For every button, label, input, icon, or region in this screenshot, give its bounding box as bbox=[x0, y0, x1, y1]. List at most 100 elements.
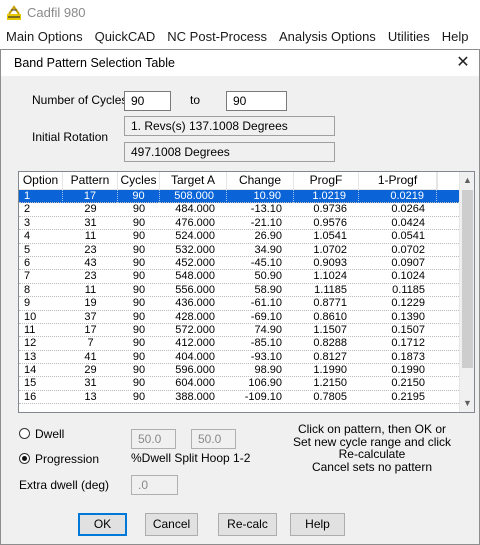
table-row[interactable]: 2 29 90 484.000 -13.10 0.9736 0.0264 bbox=[19, 203, 459, 217]
table-cell: 0.1185 bbox=[392, 283, 425, 296]
table-cell: 484.000 bbox=[175, 203, 215, 216]
scroll-thumb[interactable] bbox=[462, 190, 473, 368]
table-cell: 596.000 bbox=[175, 364, 215, 377]
cycles-from-input[interactable]: 90 bbox=[124, 91, 171, 111]
table-row[interactable]: 10 37 90 428.000 -69.10 0.8610 0.1390 bbox=[19, 311, 459, 324]
table-cell: 106.90 bbox=[248, 377, 282, 390]
dwell-radio[interactable] bbox=[19, 428, 30, 439]
help-button[interactable]: Help bbox=[290, 513, 345, 536]
close-icon[interactable]: ✕ bbox=[453, 53, 473, 73]
table-cell: 6 bbox=[24, 256, 31, 269]
table-cell: 604.000 bbox=[175, 377, 215, 390]
table-cell: 2 bbox=[24, 203, 31, 216]
table-cell: 412.000 bbox=[175, 337, 215, 350]
column-header-target-a[interactable]: Target A bbox=[160, 172, 227, 190]
table-row[interactable]: 6 43 90 452.000 -45.10 0.9093 0.0907 bbox=[19, 256, 459, 271]
column-header-cycles[interactable]: Cycles bbox=[118, 172, 160, 190]
column-header-progf[interactable]: ProgF bbox=[294, 172, 359, 190]
progression-option[interactable]: Progression bbox=[19, 452, 139, 466]
pattern-table[interactable]: Option Pattern Cycles Target A Change ProgF 1-… bbox=[18, 171, 475, 413]
table-cell: 50.90 bbox=[254, 270, 282, 283]
menu-utilities[interactable]: Utilities bbox=[382, 27, 436, 47]
table-cell: -45.10 bbox=[250, 256, 282, 269]
ok-button[interactable]: OK bbox=[78, 513, 127, 536]
table-row[interactable]: 5 23 90 532.000 34.90 1.0702 0.0702 bbox=[19, 244, 459, 257]
table-cell: 5 bbox=[24, 243, 31, 256]
table-row[interactable]: 14 29 90 596.000 98.90 1.1990 0.1990 bbox=[19, 364, 459, 378]
table-row[interactable]: 16 13 90 388.000 -109.10 0.7805 0.2195 bbox=[19, 390, 459, 405]
table-cell: 452.000 bbox=[175, 256, 215, 269]
menu-quickcad[interactable]: QuickCAD bbox=[89, 27, 162, 47]
table-row[interactable]: 8 11 90 556.000 58.90 1.1185 0.1185 bbox=[19, 283, 459, 298]
recalc-button[interactable]: Re-calc bbox=[218, 513, 277, 536]
instruction-line: Click on pattern, then OK or bbox=[297, 422, 447, 436]
table-cell: 7 bbox=[87, 337, 94, 350]
menu-bar: Main Options QuickCAD NC Post-Process Analy… bbox=[0, 27, 480, 47]
cycles-to-input[interactable]: 90 bbox=[226, 91, 287, 111]
table-cell: 1.0541 bbox=[313, 230, 347, 243]
column-header-option[interactable]: Option bbox=[19, 172, 63, 190]
table-cell: 0.1873 bbox=[391, 350, 425, 363]
table-cell: 11 bbox=[84, 230, 97, 243]
table-row[interactable]: 15 31 90 604.000 106.90 1.2150 0.2150 bbox=[19, 377, 459, 391]
table-row[interactable]: 3 31 90 476.000 -21.10 0.9576 0.0424 bbox=[19, 216, 459, 231]
table-cell: 0.2195 bbox=[391, 390, 425, 403]
table-cell: 10 bbox=[24, 310, 37, 323]
menu-help[interactable]: Help bbox=[436, 27, 475, 47]
table-row[interactable]: 13 41 90 404.000 -93.10 0.8127 0.1873 bbox=[19, 350, 459, 365]
table-cell: 98.90 bbox=[254, 364, 282, 377]
table-cell: 43 bbox=[84, 256, 97, 269]
extra-dwell-label: Extra dwell (deg) bbox=[19, 478, 110, 492]
dwell-split-label: %Dwell Split Hoop 1-2 bbox=[131, 451, 251, 465]
table-cell: 0.9576 bbox=[313, 216, 347, 229]
table-cell: 4 bbox=[24, 230, 31, 243]
table-scrollbar[interactable]: ▲ ▼ bbox=[459, 172, 474, 412]
table-cell: -13.10 bbox=[250, 203, 282, 216]
table-cell: 11 bbox=[84, 283, 97, 296]
menu-analysis-options[interactable]: Analysis Options bbox=[273, 27, 382, 47]
table-cell: 31 bbox=[84, 216, 97, 229]
table-cell: 90 bbox=[132, 216, 146, 229]
extra-dwell-input[interactable]: .0 bbox=[131, 475, 178, 495]
table-row[interactable]: 7 23 90 548.000 50.90 1.1024 0.1024 bbox=[19, 270, 459, 284]
dwell-option[interactable]: Dwell bbox=[19, 427, 139, 441]
table-row[interactable]: 4 11 90 524.000 26.90 1.0541 0.0541 bbox=[19, 230, 459, 244]
table-cell: -21.10 bbox=[250, 216, 282, 229]
table-cell: 0.0219 bbox=[359, 190, 437, 204]
cycles-label: Number of Cycles bbox=[32, 93, 128, 107]
table-row[interactable]: 9 19 90 436.000 -61.10 0.8771 0.1229 bbox=[19, 297, 459, 311]
table-cell: 0.8127 bbox=[313, 350, 347, 363]
table-cell: 74.90 bbox=[254, 323, 282, 336]
table-cell: 1.0219 bbox=[294, 190, 359, 204]
table-cell: -61.10 bbox=[250, 297, 282, 310]
scroll-down-icon[interactable]: ▼ bbox=[460, 395, 474, 412]
table-cell: 0.1712 bbox=[391, 337, 425, 350]
dwell-split-hoop1-input[interactable]: 50.0 bbox=[131, 429, 176, 449]
table-cell: 90 bbox=[132, 310, 146, 323]
progression-radio[interactable] bbox=[19, 453, 30, 464]
column-header-1-progf[interactable]: 1-Progf bbox=[359, 172, 437, 190]
table-cell: -109.10 bbox=[244, 390, 282, 403]
dwell-split-hoop2-input[interactable]: 50.0 bbox=[191, 429, 236, 449]
table-cell: 1.0702 bbox=[313, 243, 347, 256]
column-header-pattern[interactable]: Pattern bbox=[63, 172, 118, 190]
table-cell: 0.8288 bbox=[313, 337, 347, 350]
menu-main-options[interactable]: Main Options bbox=[0, 27, 89, 47]
table-cell: 90 bbox=[132, 270, 146, 283]
menu-nc-post-process[interactable]: NC Post-Process bbox=[161, 27, 273, 47]
table-cell: 90 bbox=[132, 390, 146, 403]
table-cell: 37 bbox=[84, 310, 97, 323]
table-cell: 19 bbox=[84, 297, 97, 310]
cancel-button[interactable]: Cancel bbox=[145, 513, 198, 536]
scroll-up-icon[interactable]: ▲ bbox=[460, 172, 474, 189]
table-cell: 0.0424 bbox=[391, 216, 425, 229]
rotation-degrees-field: 497.1008 Degrees bbox=[124, 142, 335, 162]
column-header-change[interactable]: Change bbox=[227, 172, 294, 190]
table-cell: 0.1507 bbox=[391, 323, 425, 336]
table-row[interactable]: 1 17 90 508.000 10.90 1.0219 0.0219 bbox=[19, 190, 459, 204]
table-row[interactable]: 12 7 90 412.000 -85.10 0.8288 0.1712 bbox=[19, 337, 459, 351]
table-cell: 16 bbox=[24, 390, 37, 403]
table-cell: 90 bbox=[132, 243, 146, 256]
table-body[interactable]: 1 17 90 508.000 10.90 1.0219 0.0219 2 29 90 484.00… bbox=[19, 190, 459, 405]
table-row[interactable]: 11 17 90 572.000 74.90 1.1507 0.1507 bbox=[19, 323, 459, 338]
